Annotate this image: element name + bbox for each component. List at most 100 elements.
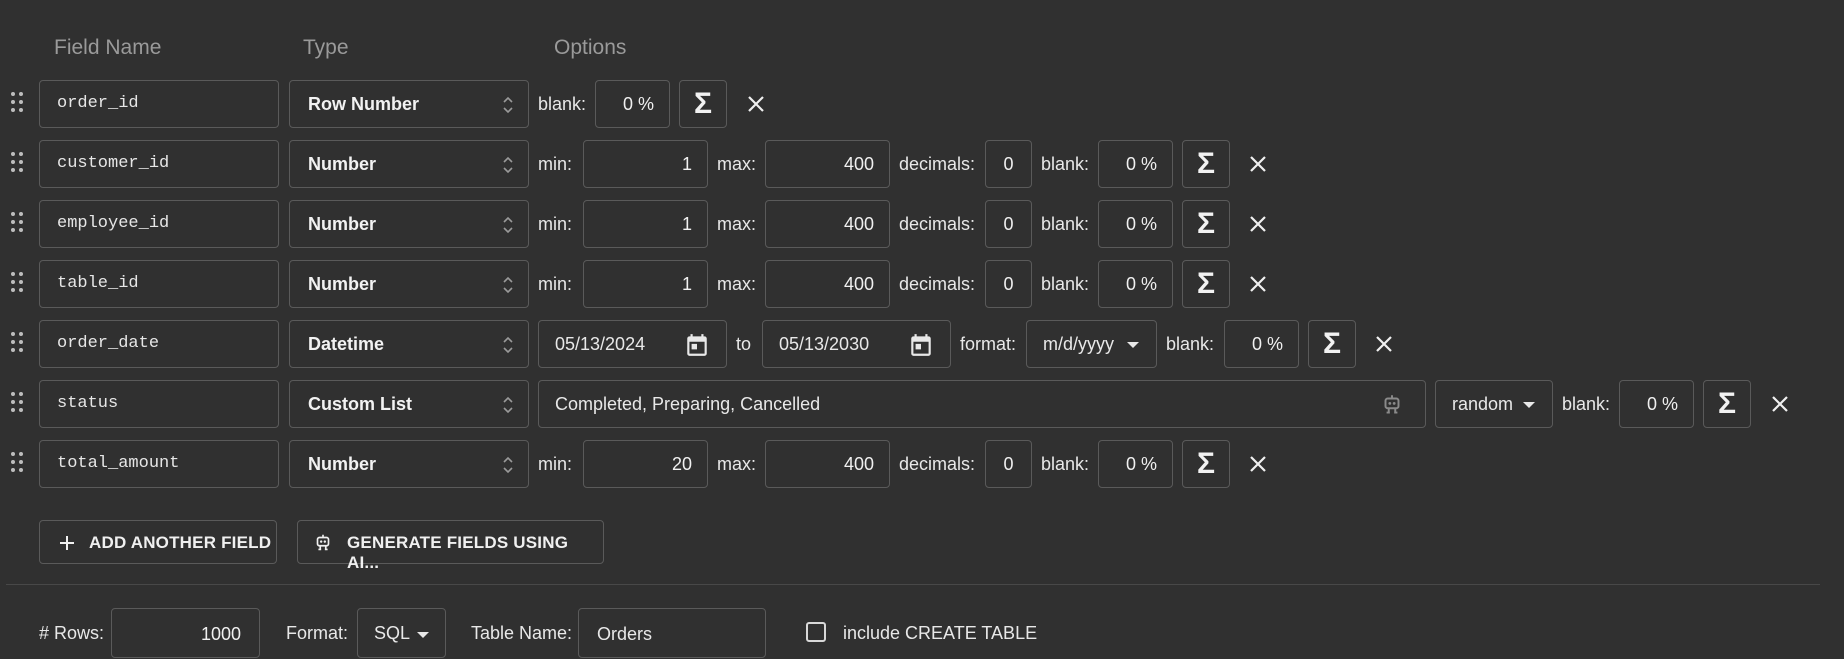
close-icon[interactable] [1246, 152, 1270, 176]
field-row-customer-id: customer_id Number min: 1 max: 400 decim… [0, 140, 1844, 190]
header-field-name: Field Name [54, 36, 162, 59]
format-label: format: [960, 334, 1017, 354]
field-type-select[interactable]: Number [289, 440, 529, 488]
blank-input[interactable]: 0 % [1098, 200, 1173, 248]
decimals-input[interactable]: 0 [985, 200, 1032, 248]
list-mode-select[interactable]: random [1435, 380, 1553, 428]
sigma-button[interactable]: Σ [679, 80, 727, 128]
field-name-input[interactable]: status [39, 380, 279, 428]
sigma-button[interactable]: Σ [1182, 440, 1230, 488]
blank-label: blank: [538, 94, 587, 114]
field-name-input[interactable]: table_id [39, 260, 279, 308]
sigma-icon: Σ [1196, 207, 1215, 240]
robot-icon[interactable] [1379, 392, 1405, 418]
decimals-label: decimals: [899, 214, 976, 234]
decimals-input[interactable]: 0 [985, 260, 1032, 308]
rows-label: # Rows: [39, 623, 105, 643]
field-type-select[interactable]: Row Number [289, 80, 529, 128]
min-label: min: [538, 154, 573, 174]
dropdown-caret-icon [1127, 342, 1139, 348]
field-type-select[interactable]: Number [289, 140, 529, 188]
field-type-select[interactable]: Number [289, 200, 529, 248]
min-input[interactable]: 20 [583, 440, 708, 488]
blank-input[interactable]: 0 % [1098, 140, 1173, 188]
drag-handle-icon[interactable] [11, 92, 25, 116]
divider [6, 584, 1820, 585]
rows-input[interactable]: 1000 [111, 608, 260, 658]
field-type-select[interactable]: Custom List [289, 380, 529, 428]
dropdown-caret-icon [1523, 402, 1535, 408]
close-icon[interactable] [1372, 332, 1396, 356]
table-name-input[interactable]: Orders [578, 608, 766, 658]
max-input[interactable]: 400 [765, 260, 890, 308]
drag-handle-icon[interactable] [11, 452, 25, 476]
sigma-button[interactable]: Σ [1182, 200, 1230, 248]
blank-label: blank: [1562, 394, 1611, 414]
calendar-icon[interactable] [684, 332, 710, 358]
plus-icon [60, 536, 74, 550]
blank-label: blank: [1041, 454, 1090, 474]
drag-handle-icon[interactable] [11, 332, 25, 356]
drag-handle-icon[interactable] [11, 212, 25, 236]
date-format-select[interactable]: m/d/yyyy [1026, 320, 1157, 368]
max-input[interactable]: 400 [765, 140, 890, 188]
blank-label: blank: [1041, 214, 1090, 234]
sigma-button[interactable]: Σ [1703, 380, 1751, 428]
sigma-button[interactable]: Σ [1182, 140, 1230, 188]
sigma-icon: Σ [693, 87, 712, 120]
field-row-total-amount: total_amount Number min: 20 max: 400 dec… [0, 440, 1844, 490]
field-name-input[interactable]: total_amount [39, 440, 279, 488]
max-input[interactable]: 400 [765, 440, 890, 488]
min-input[interactable]: 1 [583, 200, 708, 248]
drag-handle-icon[interactable] [11, 392, 25, 416]
max-input[interactable]: 400 [765, 200, 890, 248]
close-icon[interactable] [1768, 392, 1792, 416]
sigma-button[interactable]: Σ [1182, 260, 1230, 308]
close-icon[interactable] [744, 92, 768, 116]
sigma-icon: Σ [1717, 387, 1736, 420]
close-icon[interactable] [1246, 212, 1270, 236]
header-options: Options [554, 36, 627, 59]
field-name-input[interactable]: customer_id [39, 140, 279, 188]
unfold-icon [503, 396, 513, 414]
decimals-input[interactable]: 0 [985, 140, 1032, 188]
include-create-table-checkbox[interactable] [806, 622, 826, 642]
field-row-order-date: order_date Datetime 05/13/2024 to 05/13/… [0, 320, 1844, 370]
generate-fields-ai-button[interactable]: GENERATE FIELDS USING AI... [297, 520, 604, 572]
sigma-button[interactable]: Σ [1308, 320, 1356, 368]
blank-input[interactable]: 0 % [1098, 440, 1173, 488]
field-row-order-id: order_id Row Number blank: 0 % Σ [0, 80, 1844, 130]
sigma-icon: Σ [1322, 327, 1341, 360]
date-to-input[interactable]: 05/13/2030 [762, 320, 951, 368]
calendar-icon[interactable] [908, 332, 934, 358]
min-label: min: [538, 214, 573, 234]
add-another-field-button[interactable]: ADD ANOTHER FIELD [39, 520, 277, 564]
drag-handle-icon[interactable] [11, 152, 25, 176]
blank-input[interactable]: 0 % [1619, 380, 1694, 428]
field-name-input[interactable]: order_id [39, 80, 279, 128]
field-row-status: status Custom List Completed, Preparing,… [0, 380, 1844, 430]
unfold-icon [503, 336, 513, 354]
robot-icon [316, 534, 330, 551]
blank-input[interactable]: 0 % [1224, 320, 1299, 368]
field-type-select[interactable]: Datetime [289, 320, 529, 368]
blank-input[interactable]: 0 % [1098, 260, 1173, 308]
field-type-select[interactable]: Number [289, 260, 529, 308]
blank-input[interactable]: 0 % [595, 80, 670, 128]
decimals-label: decimals: [899, 274, 976, 294]
close-icon[interactable] [1246, 452, 1270, 476]
blank-label: blank: [1166, 334, 1215, 354]
include-create-table-label[interactable]: include CREATE TABLE [843, 623, 1037, 644]
field-name-input[interactable]: employee_id [39, 200, 279, 248]
drag-handle-icon[interactable] [11, 272, 25, 296]
custom-list-input[interactable]: Completed, Preparing, Cancelled [538, 380, 1426, 428]
to-label: to [736, 334, 752, 354]
date-from-input[interactable]: 05/13/2024 [538, 320, 727, 368]
unfold-icon [503, 276, 513, 294]
close-icon[interactable] [1246, 272, 1270, 296]
min-input[interactable]: 1 [583, 140, 708, 188]
decimals-input[interactable]: 0 [985, 440, 1032, 488]
output-format-select[interactable]: SQL [357, 608, 446, 658]
min-input[interactable]: 1 [583, 260, 708, 308]
field-name-input[interactable]: order_date [39, 320, 279, 368]
